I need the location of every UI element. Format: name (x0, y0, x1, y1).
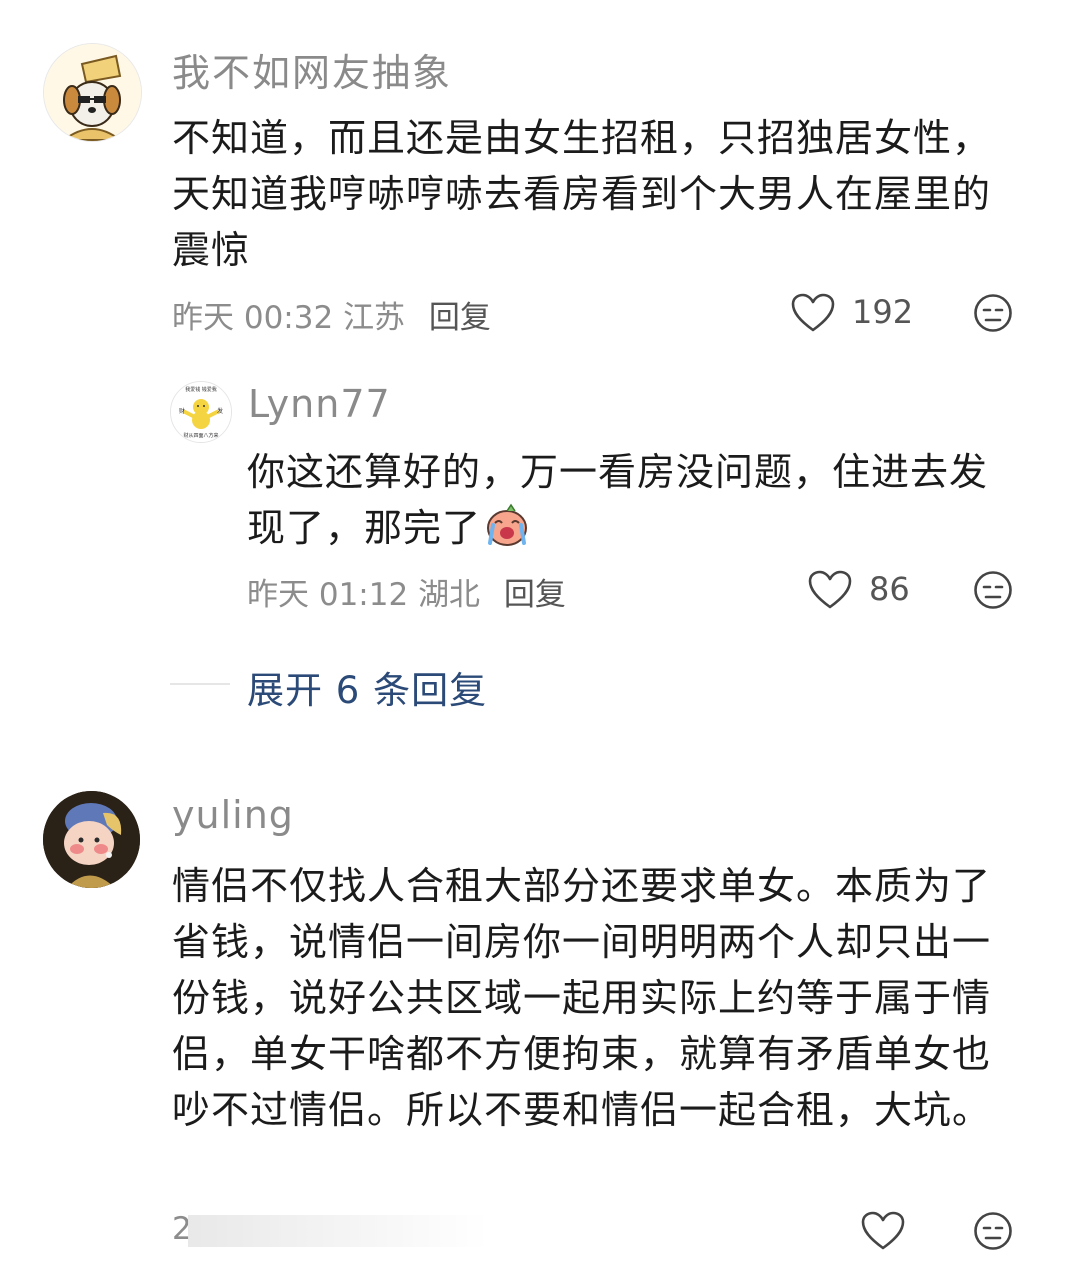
meta-fade-overlay (188, 1215, 488, 1247)
reply-button[interactable]: 回复 (429, 300, 491, 336)
reply-time: 昨天 01:12 (247, 577, 409, 613)
heart-icon (791, 293, 835, 332)
reply-reply-button[interactable]: 回复 (504, 577, 566, 613)
comment-text: 情侣不仅找人合租大部分还要求单女。本质为了省钱，说情侣一间房你一间明明两个人却只… (172, 864, 992, 1132)
meh-face-icon (974, 1212, 1012, 1250)
like-button[interactable] (791, 293, 835, 333)
girl-pearl-earring-avatar-icon (43, 791, 140, 888)
comment-meta: 昨天 00:32 江苏 回复 (172, 292, 491, 337)
avatar-caption-top: 我爱钱 钱爱我 (185, 387, 217, 393)
comment-location: 江苏 (343, 300, 406, 336)
reply-like-button[interactable] (808, 570, 852, 610)
dog-avatar-icon (44, 44, 141, 141)
dislike-button[interactable] (973, 1211, 1013, 1251)
avatar-caption-bottom: 财从四面八方来 (183, 433, 219, 439)
avatar-caption-left: 财 (179, 408, 186, 415)
reply-text-content: 你这还算好的，万一看房没问题，住进去发现了，那完了 (247, 450, 989, 550)
reply-like-count: 86 (869, 570, 910, 608)
meh-face-icon (974, 294, 1012, 332)
comment-username[interactable]: yuling (172, 793, 294, 837)
expand-replies-button[interactable]: 展开 6 条回复 (247, 660, 487, 714)
dislike-button[interactable] (973, 293, 1013, 333)
heart-icon (808, 570, 852, 609)
reply-dislike-button[interactable] (973, 570, 1013, 610)
reply-location: 湖北 (418, 577, 481, 613)
like-button[interactable] (861, 1211, 905, 1251)
avatar[interactable] (43, 791, 140, 888)
avatar-caption-right: 发 (217, 408, 224, 415)
reply-text: 你这还算好的，万一看房没问题，住进去发现了，那完了 (247, 444, 1017, 556)
reply-username[interactable]: Lynn77 (248, 382, 391, 426)
comment-time: 昨天 00:32 (172, 300, 334, 336)
reply-avatar[interactable]: 我爱钱 钱爱我 财 发 财从四面八方来 (170, 381, 232, 443)
comment-text: 不知道，而且还是由女生招租，只招独居女性，天知道我哼哧哼哧去看房看到个大男人在屋… (172, 116, 992, 272)
expand-divider (170, 683, 230, 685)
like-count: 192 (852, 293, 914, 331)
heart-icon (861, 1211, 905, 1250)
meh-face-icon (974, 571, 1012, 609)
crying-peach-emoji-icon (487, 503, 528, 546)
reply-meta: 昨天 01:12 湖北 回复 (247, 569, 566, 614)
comment-username[interactable]: 我不如网友抽象 (172, 42, 452, 97)
avatar[interactable] (43, 43, 142, 142)
